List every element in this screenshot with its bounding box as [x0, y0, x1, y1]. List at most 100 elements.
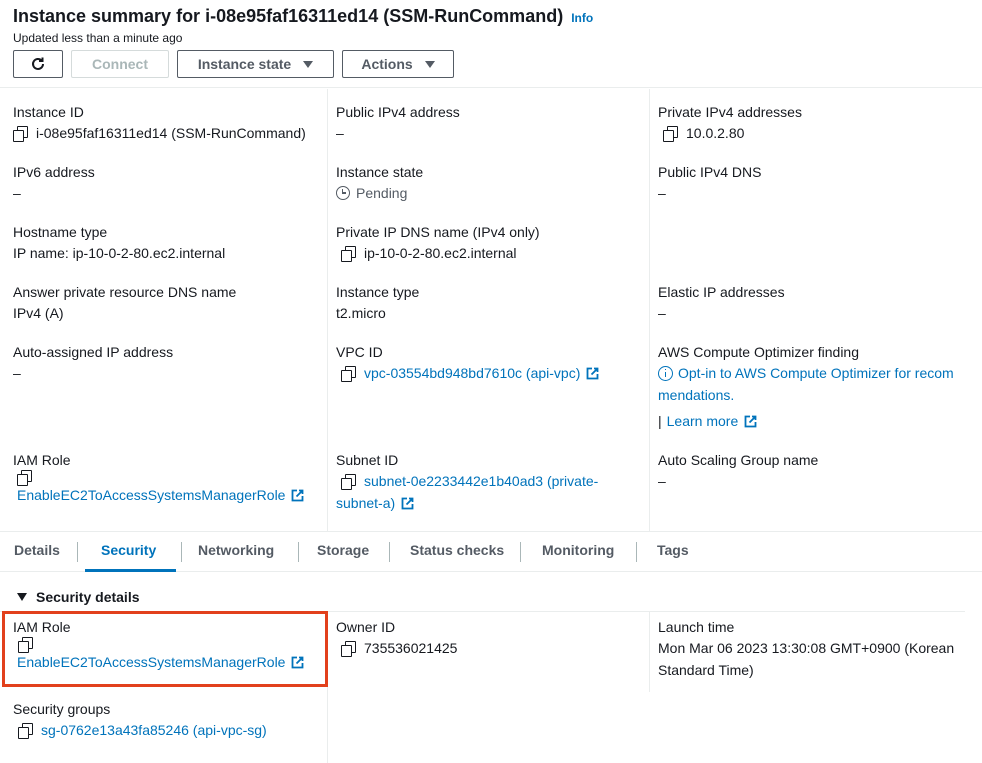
page-title: Instance summary for i-08e95faf16311ed14… — [13, 6, 564, 26]
separator-bar: | — [658, 413, 662, 429]
info-link[interactable]: Info — [571, 11, 593, 25]
optimizer-line2: mendations. — [658, 387, 735, 403]
iam-role-link[interactable]: EnableEC2ToAccessSystemsManagerRole — [13, 484, 304, 506]
tab-monitoring[interactable]: Monitoring — [542, 542, 614, 572]
copy-icon[interactable] — [17, 470, 32, 486]
tab-storage[interactable]: Storage — [317, 542, 369, 572]
connect-button[interactable]: Connect — [71, 50, 169, 78]
launch-time-line2: Standard Time) — [658, 662, 754, 678]
field-label: AWS Compute Optimizer finding — [658, 344, 859, 360]
field-value: – — [336, 125, 344, 141]
security-group-link[interactable]: sg-0762e13a43fa85246 (api-vpc-sg) — [13, 719, 267, 741]
pending-clock-icon — [336, 186, 350, 200]
external-link-icon — [292, 489, 304, 501]
copy-icon[interactable] — [341, 366, 356, 382]
tab-status-checks[interactable]: Status checks — [410, 542, 504, 572]
field-value: – — [658, 305, 666, 321]
field-value: 10.0.2.80 — [658, 122, 802, 144]
column-divider — [327, 89, 328, 531]
field-label: Instance type — [336, 284, 420, 300]
field-value: – — [658, 185, 666, 201]
actions-label: Actions — [361, 56, 413, 72]
field-label: Launch time — [658, 619, 735, 635]
field-label: Subnet ID — [336, 452, 399, 468]
external-link-icon — [744, 415, 757, 427]
field-value: Pending — [336, 182, 423, 204]
caret-down-icon — [17, 593, 27, 601]
column-divider — [649, 612, 650, 692]
copy-icon[interactable] — [13, 126, 28, 142]
refresh-icon — [32, 57, 44, 70]
launch-time-line1: Mon Mar 06 2023 13:30:08 GMT+0900 (Korea… — [658, 640, 955, 656]
answer-dns-field: Answer private resource DNS name IPv4 (A… — [13, 282, 236, 324]
field-label: Owner ID — [336, 619, 396, 635]
instance-summary-header: Instance summary for i-08e95faf16311ed14… — [0, 0, 982, 88]
copy-icon[interactable] — [341, 641, 356, 657]
field-value: IP name: ip-10-0-2-80.ec2.internal — [13, 245, 226, 261]
tab-details[interactable]: Details — [14, 542, 60, 572]
subnet-id-field: Subnet ID subnet-0e2233442e1b40ad3 (priv… — [336, 450, 598, 514]
copy-icon[interactable] — [341, 474, 356, 490]
field-label: Answer private resource DNS name — [13, 284, 237, 300]
instance-id-field: Instance ID i-08e95faf16311ed14 (SSM-Run… — [13, 102, 306, 144]
private-ipv4-field: Private IPv4 addresses 10.0.2.80 — [658, 102, 802, 144]
copy-icon[interactable] — [18, 723, 33, 739]
learn-more-link[interactable]: Learn more — [667, 410, 739, 432]
field-label: Auto-assigned IP address — [13, 344, 174, 360]
copy-icon[interactable] — [663, 126, 678, 142]
caret-down-icon — [303, 60, 314, 68]
field-label: Hostname type — [13, 224, 108, 240]
field-label: VPC ID — [336, 344, 383, 360]
iam-role-field: IAM Role EnableEC2ToAccessSystemsManager… — [13, 450, 304, 506]
field-label: Public IPv4 address — [336, 104, 460, 120]
field-value: – — [13, 185, 21, 201]
field-label: Instance state — [336, 164, 424, 180]
field-label: Public IPv4 DNS — [658, 164, 762, 180]
external-link-icon — [401, 497, 414, 509]
owner-id-value: 735536021425 — [364, 640, 458, 656]
subnet-id-link[interactable]: subnet-0e2233442e1b40ad3 (private- — [336, 470, 598, 492]
security-group-link-text: sg-0762e13a43fa85246 (api-vpc-sg) — [41, 722, 267, 738]
field-value: – — [13, 365, 21, 381]
instance-state-label: Instance state — [197, 56, 292, 72]
column-divider — [649, 89, 650, 531]
tab-security[interactable]: Security — [85, 542, 176, 572]
instance-state-button[interactable]: Instance state — [177, 50, 334, 78]
tab-separator — [520, 542, 521, 562]
ipv6-field: IPv6 address – — [13, 162, 95, 204]
elastic-ip-field: Elastic IP addresses – — [658, 282, 785, 324]
instance-state-value: Pending — [356, 185, 408, 201]
iam-role-link-text: EnableEC2ToAccessSystemsManagerRole — [17, 487, 286, 503]
instance-detail-tabs: Details Security Networking Storage Stat… — [0, 531, 982, 572]
field-label: Elastic IP addresses — [658, 284, 785, 300]
updated-timestamp: Updated less than a minute ago — [13, 31, 183, 45]
optimizer-opt-in-link-line2[interactable]: mendations. — [658, 384, 978, 406]
field-value: – — [658, 473, 666, 489]
actions-button[interactable]: Actions — [342, 50, 454, 78]
refresh-button[interactable] — [13, 50, 63, 78]
private-dns-field: Private IP DNS name (IPv4 only) ip-10-0-… — [336, 222, 540, 264]
field-value — [13, 470, 304, 486]
copy-icon[interactable] — [341, 246, 356, 262]
field-value: ip-10-0-2-80.ec2.internal — [336, 242, 540, 264]
subnet-id-link-line2[interactable]: subnet-a) — [336, 492, 598, 514]
field-value: i-08e95faf16311ed14 (SSM-RunCommand) — [13, 122, 306, 144]
caret-down-icon — [424, 60, 435, 68]
title-row: Instance summary for i-08e95faf16311ed14… — [13, 6, 593, 27]
auto-ip-field: Auto-assigned IP address – — [13, 342, 173, 384]
subnet-id-line2: subnet-a) — [336, 495, 396, 511]
external-link-icon — [586, 367, 599, 379]
tab-tags[interactable]: Tags — [657, 542, 689, 572]
private-dns-value: ip-10-0-2-80.ec2.internal — [364, 245, 517, 261]
field-label: Private IPv4 addresses — [658, 104, 802, 120]
public-ipv4-field: Public IPv4 address – — [336, 102, 460, 144]
vpc-id-link[interactable]: vpc-03554bd948bd7610c (api-vpc) — [336, 362, 599, 384]
optimizer-field: AWS Compute Optimizer finding Opt-in to … — [658, 342, 978, 432]
optimizer-opt-in-link[interactable]: Opt-in to AWS Compute Optimizer for reco… — [658, 362, 978, 384]
security-details-title: Security details — [36, 589, 140, 605]
tab-networking[interactable]: Networking — [198, 542, 274, 572]
security-details-toggle[interactable]: Security details — [17, 589, 140, 605]
field-label: Instance ID — [13, 104, 84, 120]
field-value: 735536021425 — [336, 637, 457, 659]
field-label: Private IP DNS name (IPv4 only) — [336, 224, 540, 240]
